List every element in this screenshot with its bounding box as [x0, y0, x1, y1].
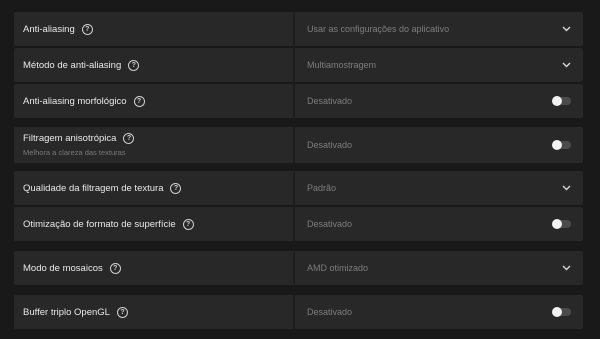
surface-format-optimization-control: Desativado — [295, 207, 583, 241]
chevron-down-icon — [562, 26, 571, 32]
setting-label: Otimização de formato de superfície — [23, 218, 176, 230]
setting-row-texture-filtering-quality: Qualidade da filtragem de textura ? Padr… — [14, 171, 583, 205]
dropdown-value: AMD otimizado — [307, 263, 369, 273]
opengl-triple-buffering-toggle[interactable] — [552, 307, 571, 317]
setting-label-cell: Anti-aliasing ? — [14, 12, 295, 46]
anisotropic-filtering-control: Desativado — [295, 127, 583, 163]
setting-label-cell: Método de anti-aliasing ? — [14, 48, 295, 82]
toggle-state-text: Desativado — [307, 96, 353, 106]
setting-row-anti-aliasing-method: Método de anti-aliasing ? Multiamostrage… — [14, 48, 583, 82]
graphics-settings-panel: Anti-aliasing ? Usar as configurações do… — [0, 0, 600, 339]
chevron-down-icon — [562, 265, 571, 271]
chevron-down-icon — [562, 185, 571, 191]
toggle-state-text: Desativado — [307, 307, 353, 317]
chevron-down-icon — [562, 62, 571, 68]
label-line: Modo de mosaicos ? — [23, 262, 293, 274]
morphological-aa-toggle[interactable] — [552, 96, 571, 106]
texture-filtering-quality-dropdown[interactable]: Padrão — [295, 171, 583, 205]
setting-label-cell: Buffer triplo OpenGL ? — [14, 295, 295, 329]
setting-row-anti-aliasing: Anti-aliasing ? Usar as configurações do… — [14, 12, 583, 46]
setting-label-cell: Modo de mosaicos ? — [14, 251, 295, 285]
setting-row-surface-format-optimization: Otimização de formato de superfície ? De… — [14, 207, 583, 241]
setting-label-cell: Otimização de formato de superfície ? — [14, 207, 295, 241]
setting-label: Filtragem anisotrópica — [23, 133, 117, 144]
toggle-knob — [552, 96, 562, 106]
setting-row-tessellation-mode: Modo de mosaicos ? AMD otimizado — [14, 251, 583, 285]
toggle-state-text: Desativado — [307, 219, 353, 229]
label-line: Otimização de formato de superfície ? — [23, 218, 293, 230]
dropdown-value: Padrão — [307, 183, 337, 193]
surface-format-optimization-toggle[interactable] — [552, 219, 571, 229]
help-icon[interactable]: ? — [170, 182, 182, 194]
dropdown-value: Multiamostragem — [307, 60, 377, 70]
label-line: Anti-aliasing morfológico ? — [23, 95, 293, 107]
help-icon[interactable]: ? — [109, 262, 121, 274]
setting-label: Anti-aliasing morfológico — [23, 95, 127, 107]
anti-aliasing-method-dropdown[interactable]: Multiamostragem — [295, 48, 583, 82]
setting-label: Qualidade da filtragem de textura — [23, 182, 164, 194]
setting-label: Anti-aliasing — [23, 23, 75, 35]
toggle-knob — [552, 219, 562, 229]
help-icon[interactable]: ? — [81, 23, 93, 35]
setting-label: Método de anti-aliasing — [23, 59, 122, 71]
anisotropic-filtering-toggle[interactable] — [552, 140, 571, 150]
setting-label-cell: Anti-aliasing morfológico ? — [14, 84, 295, 118]
help-icon[interactable]: ? — [116, 306, 128, 318]
opengl-triple-buffering-control: Desativado — [295, 295, 583, 329]
toggle-knob — [552, 140, 562, 150]
help-icon[interactable]: ? — [182, 218, 194, 230]
setting-row-anisotropic-filtering: Filtragem anisotrópica ? Melhora a clare… — [14, 127, 583, 163]
label-line: Método de anti-aliasing ? — [23, 59, 293, 71]
label-line: Buffer triplo OpenGL ? — [23, 306, 293, 318]
setting-label: Modo de mosaicos — [23, 262, 103, 274]
tessellation-mode-dropdown[interactable]: AMD otimizado — [295, 251, 583, 285]
label-line: Qualidade da filtragem de textura ? — [23, 182, 293, 194]
setting-row-opengl-triple-buffering: Buffer triplo OpenGL ? Desativado — [14, 295, 583, 329]
setting-label-cell: Filtragem anisotrópica ? Melhora a clare… — [14, 127, 295, 163]
help-icon[interactable]: ? — [133, 95, 145, 107]
morphological-aa-control: Desativado — [295, 84, 583, 118]
setting-label-cell: Qualidade da filtragem de textura ? — [14, 171, 295, 205]
anti-aliasing-dropdown[interactable]: Usar as configurações do aplicativo — [295, 12, 583, 46]
help-icon[interactable]: ? — [123, 133, 135, 144]
setting-description: Melhora a clareza das texturas — [23, 148, 126, 157]
setting-label: Buffer triplo OpenGL — [23, 306, 110, 318]
setting-row-morphological-aa: Anti-aliasing morfológico ? Desativado — [14, 84, 583, 118]
label-line: Anti-aliasing ? — [23, 23, 293, 35]
label-line: Filtragem anisotrópica ? — [23, 133, 293, 144]
help-icon[interactable]: ? — [128, 59, 140, 71]
toggle-knob — [552, 307, 562, 317]
dropdown-value: Usar as configurações do aplicativo — [307, 24, 450, 34]
toggle-state-text: Desativado — [307, 140, 353, 150]
